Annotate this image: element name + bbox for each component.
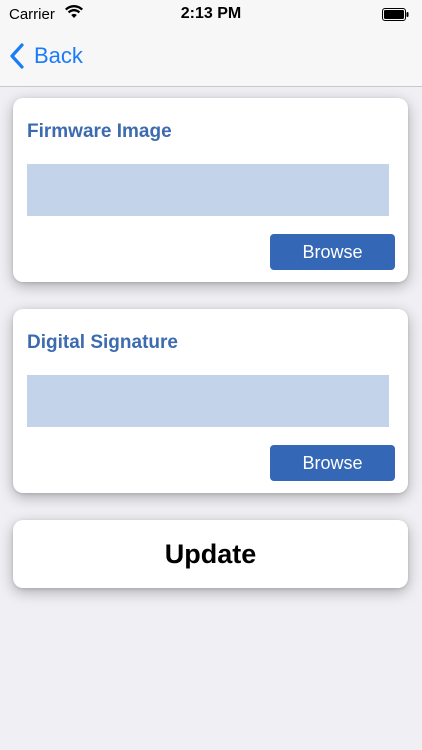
digital-signature-title: Digital Signature — [27, 332, 178, 353]
chevron-left-icon — [10, 43, 24, 69]
firmware-image-title: Firmware Image — [27, 121, 172, 142]
status-bar: Carrier 2:13 PM — [0, 0, 422, 30]
update-label: Update — [164, 538, 257, 569]
navigation-bar: Back — [0, 30, 422, 87]
firmware-image-card: Firmware Image Browse — [13, 98, 408, 282]
clock: 2:13 PM — [180, 5, 242, 22]
signature-browse-button[interactable]: Browse — [270, 445, 395, 481]
back-label: Back — [34, 43, 83, 68]
battery-icon — [382, 8, 409, 21]
firmware-browse-button[interactable]: Browse — [270, 234, 395, 270]
back-button[interactable]: Back — [8, 39, 83, 73]
digital-signature-field[interactable] — [27, 375, 389, 427]
digital-signature-card: Digital Signature Browse — [13, 309, 408, 493]
update-button[interactable]: Update — [13, 520, 408, 588]
firmware-image-field[interactable] — [27, 164, 389, 216]
